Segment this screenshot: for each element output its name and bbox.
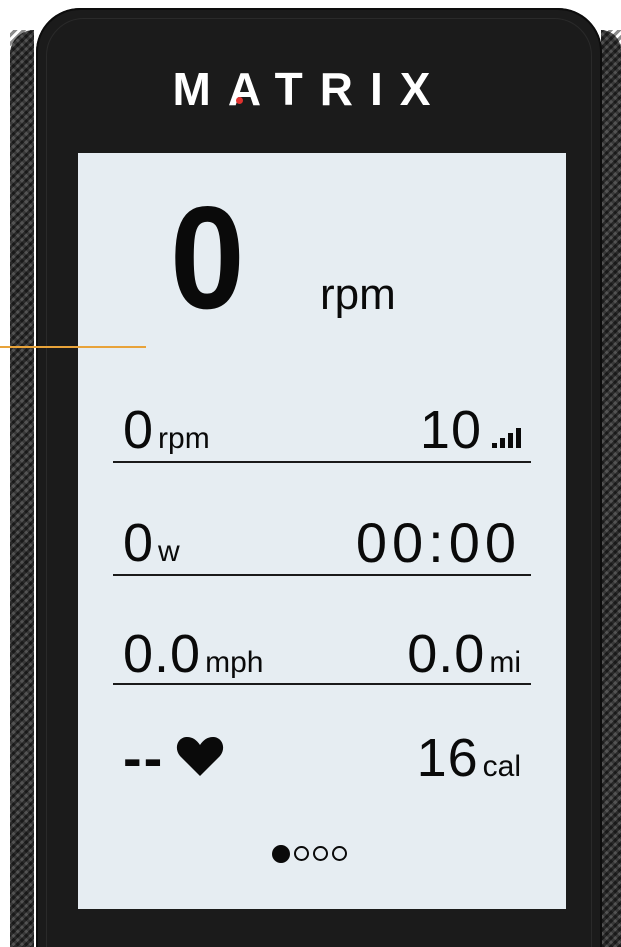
power-readout: 0 w	[123, 513, 180, 573]
speed-readout: 0.0 mph	[123, 624, 263, 684]
cadence-readout: 0 rpm	[123, 400, 210, 460]
heart-icon	[176, 735, 224, 782]
metric-row-watts-time: 0 w 00:00	[113, 493, 531, 574]
cadence-unit: rpm	[158, 422, 210, 455]
row-divider	[113, 574, 531, 576]
main-rpm-readout: 0 rpm	[170, 176, 470, 339]
callout-pointer-line	[0, 346, 146, 348]
calories-readout: 16 cal	[417, 728, 521, 788]
calories-value: 16	[416, 728, 479, 788]
speed-value: 0.0	[123, 624, 202, 684]
resistance-level-value: 10	[419, 400, 482, 460]
row-divider	[113, 461, 531, 463]
cadence-value: 0	[123, 400, 155, 460]
page-dot[interactable]	[272, 845, 290, 863]
page-dot[interactable]	[294, 846, 309, 861]
page-dot[interactable]	[332, 846, 347, 861]
metric-row-rpm-level: 0 rpm 10	[113, 380, 531, 460]
left-grip	[10, 30, 34, 947]
power-value: 0	[123, 513, 155, 573]
power-unit: w	[158, 535, 180, 568]
metric-row-speed-distance: 0.0 mph 0.0 mi	[113, 604, 531, 684]
calories-unit: cal	[482, 750, 521, 783]
heart-rate-value: --	[123, 726, 165, 789]
right-grip	[601, 30, 621, 947]
resistance-level-readout: 10	[420, 400, 521, 460]
distance-value: 0.0	[407, 624, 486, 684]
elapsed-time-value: 00:00	[355, 511, 521, 574]
speed-unit: mph	[205, 646, 264, 679]
row-divider	[113, 683, 531, 685]
distance-unit: mi	[489, 646, 521, 679]
metric-row-heart-calories: -- 16 cal	[113, 708, 531, 789]
main-metric-unit: rpm	[320, 270, 396, 319]
elapsed-time-readout: 00:00	[356, 513, 521, 573]
page-dot[interactable]	[313, 846, 328, 861]
console-device: MATRIX 0 rpm 0 rpm 10 0 w 00:00 0.0 mph …	[0, 0, 621, 947]
logo-accent-dot	[236, 97, 243, 104]
signal-bars-icon	[492, 428, 521, 448]
brand-logo: MATRIX	[172, 63, 448, 115]
distance-readout: 0.0 mi	[407, 624, 521, 684]
page-indicator[interactable]	[272, 845, 347, 863]
heart-rate-readout: --	[123, 728, 224, 788]
main-metric-value: 0	[170, 176, 245, 339]
